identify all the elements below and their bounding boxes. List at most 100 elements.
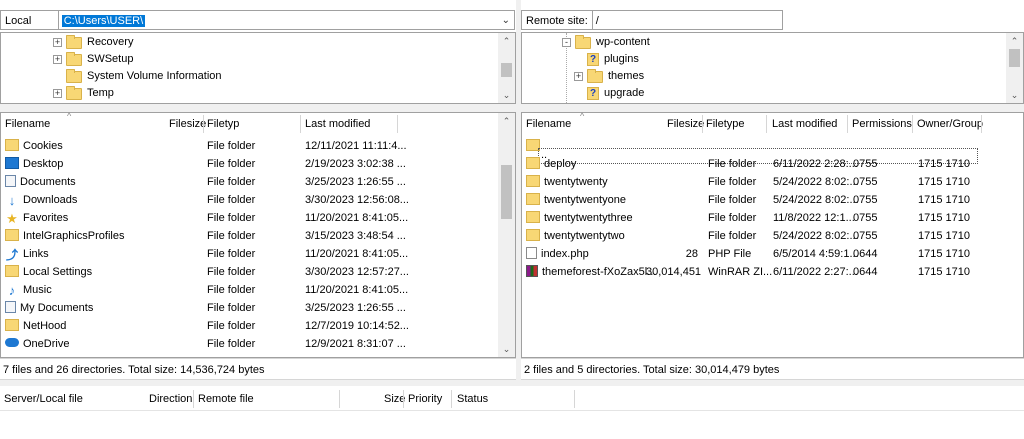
scroll-thumb[interactable] bbox=[501, 63, 512, 77]
table-row[interactable]: ★ Favorites File folder 11/20/2021 8:41:0… bbox=[1, 209, 499, 227]
column-last-modified[interactable]: Last modified bbox=[772, 113, 837, 135]
file-owner: 1715 1710 bbox=[918, 230, 970, 242]
column-filetype[interactable]: Filetype bbox=[706, 113, 745, 135]
file-modified: 5/24/2022 8:02:... bbox=[773, 176, 859, 188]
desktop-icon bbox=[5, 157, 19, 169]
scroll-up-icon[interactable]: ⌃ bbox=[498, 33, 515, 49]
local-list-header: Filename ^ Filesize Filetyp Last modifie… bbox=[1, 111, 499, 135]
column-filesize[interactable]: Filesize bbox=[667, 113, 704, 135]
scroll-down-icon[interactable]: ⌄ bbox=[498, 341, 515, 357]
file-name: Music bbox=[23, 284, 52, 296]
file-owner: 1715 1710 bbox=[918, 158, 970, 170]
scroll-down-icon[interactable]: ⌄ bbox=[498, 87, 515, 103]
column-filename[interactable]: Filename bbox=[5, 113, 50, 135]
file-modified: 5/24/2022 8:02:... bbox=[773, 194, 859, 206]
chevron-down-icon[interactable]: ⌄ bbox=[502, 11, 510, 31]
local-site-path-input[interactable]: C:\Users\USER\ ⌄ bbox=[58, 10, 515, 31]
star-icon: ★ bbox=[6, 211, 18, 226]
column-filetype[interactable]: Filetyp bbox=[207, 113, 239, 135]
expand-icon[interactable]: + bbox=[53, 89, 62, 98]
file-name: deploy bbox=[544, 158, 577, 170]
table-row[interactable]: twentytwentythree File folder 11/8/2022 … bbox=[522, 209, 982, 227]
queue-splitter[interactable] bbox=[0, 380, 1024, 386]
file-modified: 12/9/2021 8:31:07 ... bbox=[305, 338, 406, 350]
column-last-modified[interactable]: Last modified bbox=[305, 113, 370, 135]
expand-icon[interactable]: + bbox=[574, 72, 583, 81]
column-filesize[interactable]: Filesize bbox=[169, 113, 206, 135]
remote-status-bar: 2 files and 5 directories. Total size: 3… bbox=[521, 358, 1024, 380]
table-row[interactable]: OneDrive File folder 12/9/2021 8:31:07 .… bbox=[1, 335, 499, 353]
local-tree-scrollbar[interactable]: ⌃ ⌄ bbox=[498, 33, 515, 103]
column-remote-file[interactable]: Remote file bbox=[198, 388, 254, 410]
remote-site-path-input[interactable]: / bbox=[592, 10, 783, 30]
local-tree-item[interactable]: + SWSetup bbox=[53, 51, 133, 68]
file-type: File folder bbox=[708, 194, 757, 206]
collapse-icon[interactable]: - bbox=[562, 38, 571, 47]
folder-icon bbox=[66, 51, 82, 66]
file-permissions: 0755 bbox=[853, 230, 878, 242]
table-row[interactable]: My Documents File folder 3/25/2023 1:26:… bbox=[1, 299, 499, 317]
table-row[interactable]: ↓ Downloads File folder 3/30/2023 12:56:0… bbox=[1, 191, 499, 209]
remote-tree-scrollbar[interactable]: ⌃ ⌄ bbox=[1006, 33, 1023, 103]
horizontal-splitter[interactable] bbox=[0, 104, 1024, 112]
file-modified: 2/19/2023 3:02:38 ... bbox=[305, 158, 406, 170]
scroll-thumb[interactable] bbox=[1009, 49, 1020, 67]
folder-icon bbox=[526, 211, 540, 223]
column-owner-group[interactable]: Owner/Group bbox=[917, 113, 983, 135]
local-site-label: Local site: bbox=[0, 10, 59, 47]
scroll-thumb[interactable] bbox=[501, 165, 512, 219]
scroll-up-icon[interactable]: ⌃ bbox=[498, 113, 515, 129]
file-modified: 5/24/2022 8:02:... bbox=[773, 230, 859, 242]
folder-icon bbox=[526, 229, 540, 241]
table-row[interactable]: Desktop File folder 2/19/2023 3:02:38 ..… bbox=[1, 155, 499, 173]
remote-tree-pane: - wp-content ? plugins + themes ? upgrad… bbox=[521, 32, 1024, 104]
local-file-list: Filename ^ Filesize Filetyp Last modifie… bbox=[0, 111, 516, 358]
table-row[interactable]: IntelGraphicsProfiles File folder 3/15/2… bbox=[1, 227, 499, 245]
file-type: File folder bbox=[708, 230, 757, 242]
local-tree-item[interactable]: + Temp bbox=[53, 85, 114, 102]
table-row[interactable]: Local Settings File folder 3/30/2023 12:… bbox=[1, 263, 499, 281]
table-row[interactable]: twentytwenty File folder 5/24/2022 8:02:… bbox=[522, 173, 982, 191]
expand-icon[interactable]: + bbox=[53, 38, 62, 47]
table-row[interactable]: NetHood File folder 12/7/2019 10:14:52..… bbox=[1, 317, 499, 335]
file-name: IntelGraphicsProfiles bbox=[23, 230, 125, 242]
file-modified: 3/25/2023 1:26:55 ... bbox=[305, 176, 406, 188]
cloud-icon bbox=[5, 338, 19, 347]
remote-tree-item[interactable]: + themes bbox=[574, 68, 644, 85]
folder-icon bbox=[66, 85, 82, 100]
column-status[interactable]: Status bbox=[457, 388, 488, 410]
folder-icon bbox=[5, 319, 19, 331]
folder-icon bbox=[5, 139, 19, 151]
local-list-scrollbar[interactable]: ⌃ ⌄ bbox=[498, 113, 515, 357]
column-direction[interactable]: Direction bbox=[149, 388, 192, 410]
local-tree-item[interactable]: + Recovery bbox=[53, 34, 133, 51]
table-row[interactable]: index.php 28 PHP File 6/5/2014 4:59:1...… bbox=[522, 245, 982, 263]
table-row[interactable]: twentytwentyone File folder 5/24/2022 8:… bbox=[522, 191, 982, 209]
column-permissions[interactable]: Permissions bbox=[852, 113, 912, 135]
column-priority[interactable]: Priority bbox=[408, 388, 442, 410]
remote-tree-item[interactable]: - wp-content bbox=[562, 34, 650, 51]
table-row[interactable]: twentytwentytwo File folder 5/24/2022 8:… bbox=[522, 227, 982, 245]
scroll-down-icon[interactable]: ⌄ bbox=[1006, 87, 1023, 103]
tree-item-label: Temp bbox=[87, 87, 114, 99]
remote-tree-item[interactable]: ? upgrade bbox=[587, 85, 644, 102]
file-type: File folder bbox=[207, 176, 256, 188]
table-row[interactable]: deploy File folder 6/11/2022 2:28:... 07… bbox=[522, 155, 982, 173]
remote-tree-item[interactable]: ? plugins bbox=[587, 51, 639, 68]
file-modified: 11/8/2022 12:1... bbox=[773, 212, 855, 224]
expand-icon[interactable]: + bbox=[53, 55, 62, 64]
scroll-up-icon[interactable]: ⌃ bbox=[1006, 33, 1023, 49]
table-row[interactable]: themeforest-fXoZax5l... 30,014,451 WinRA… bbox=[522, 263, 982, 281]
tree-item-label: SWSetup bbox=[87, 53, 134, 65]
documents-icon bbox=[5, 175, 16, 187]
column-server-local-file[interactable]: Server/Local file bbox=[4, 388, 83, 410]
table-row[interactable]: Documents File folder 3/25/2023 1:26:55 … bbox=[1, 173, 499, 191]
column-filename[interactable]: Filename bbox=[526, 113, 571, 135]
table-row[interactable]: ⤴ Links File folder 11/20/2021 8:41:05... bbox=[1, 245, 499, 263]
remote-status-text: 2 files and 5 directories. Total size: 3… bbox=[524, 364, 780, 376]
table-row[interactable]: Cookies File folder 12/11/2021 11:11:4..… bbox=[1, 137, 499, 155]
table-row[interactable]: ♪ Music File folder 11/20/2021 8:41:05... bbox=[1, 281, 499, 299]
file-name: OneDrive bbox=[23, 338, 70, 350]
table-row[interactable]: .. bbox=[522, 137, 982, 164]
local-tree-item[interactable]: System Volume Information bbox=[66, 68, 222, 85]
